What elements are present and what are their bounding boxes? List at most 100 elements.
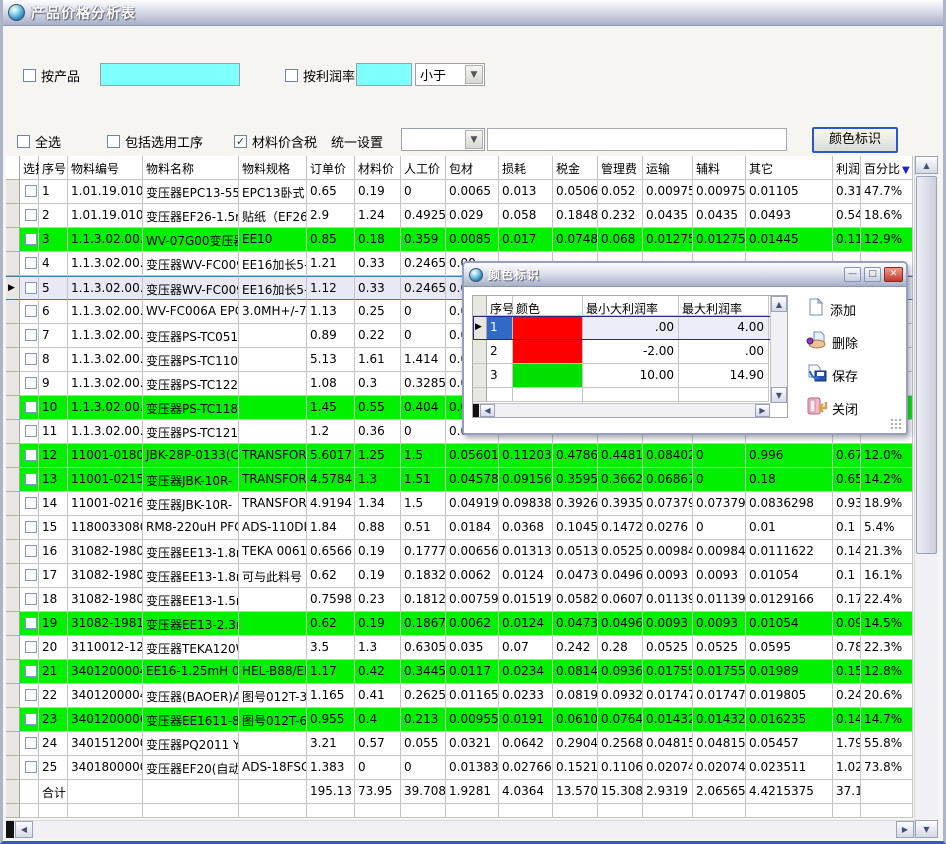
- profit-filter-input[interactable]: [356, 63, 412, 86]
- row-checkbox[interactable]: [25, 545, 37, 557]
- table-row[interactable]: 1511800330803RM8-220uH PFCADS-110DL1.840…: [6, 516, 913, 540]
- column-header-spec[interactable]: 物料规格: [239, 156, 307, 180]
- row-checkbox[interactable]: [25, 521, 37, 533]
- dialog-column-header-3[interactable]: 最大利润率: [679, 296, 769, 316]
- close-icon[interactable]: ✕: [884, 267, 903, 282]
- table-row[interactable]: 1211001-0180JBK-28P-0133(CTRANSFOR5.6017…: [6, 444, 913, 468]
- table-row[interactable]: 1311001-0215变压器JBK-10R-TRANSFOR4.57841.3…: [6, 468, 913, 492]
- table-row[interactable]: 11.01.19.0101变压器EPC13-55EPC13卧式0.650.190…: [6, 180, 913, 204]
- column-header-no[interactable]: 序号: [39, 156, 68, 180]
- color-rule-row[interactable]: 2-2.00.00: [473, 340, 787, 364]
- row-checkbox[interactable]: [25, 425, 37, 437]
- column-header-percent[interactable]: 百分比▼: [861, 156, 913, 180]
- scroll-up-icon[interactable]: ▲: [915, 156, 938, 174]
- horizontal-scrollbar[interactable]: ◀ ▶: [6, 820, 914, 838]
- column-header-labor-price[interactable]: 人工价: [401, 156, 446, 180]
- table-row[interactable]: 1411001-0216变压器JBK-10R-TRANSFOR4.91941.3…: [6, 492, 913, 516]
- column-header-profit[interactable]: 利润: [833, 156, 861, 180]
- row-checkbox[interactable]: [25, 449, 37, 461]
- column-header-loss[interactable]: 损耗: [499, 156, 553, 180]
- row-checkbox[interactable]: [25, 233, 37, 245]
- scroll-left-icon[interactable]: ◀: [480, 404, 495, 417]
- row-checkbox[interactable]: [25, 329, 37, 341]
- row-checkbox[interactable]: [25, 665, 37, 677]
- table-row[interactable]: 31.1.3.02.00.0WV-07G00变压器EE100.850.180.3…: [6, 228, 913, 252]
- color-rule-row[interactable]: ▶1.004.00: [473, 316, 787, 340]
- dialog-column-header-2[interactable]: 最小大利润率: [583, 296, 679, 316]
- scroll-down-icon[interactable]: ▼: [915, 820, 938, 838]
- table-row[interactable]: 21.01.19.0102变压器EF26-1.5m贴纸（EF262.91.240…: [6, 204, 913, 228]
- select-all-checkbox-box[interactable]: [17, 135, 30, 148]
- color-mark-button[interactable]: 颜色标识: [812, 127, 898, 153]
- table-row[interactable]: 2534018000002变压器EF20(自动ADS-18FSC1.383000…: [6, 756, 913, 780]
- row-checkbox[interactable]: [25, 401, 37, 413]
- dialog-save-button[interactable]: 保存: [806, 363, 902, 387]
- column-header-management-fee[interactable]: 管理费: [598, 156, 643, 180]
- by-profit-checkbox-box[interactable]: [285, 69, 298, 82]
- filter-by-profit-checkbox[interactable]: 按利润率: [285, 66, 355, 85]
- row-checkbox[interactable]: [25, 377, 37, 389]
- dialog-column-header-0[interactable]: 序号: [487, 296, 513, 316]
- table-row[interactable]: 2234012000043变压器(BAOER)A图号012T-31.1650.4…: [6, 684, 913, 708]
- row-checkbox[interactable]: [25, 282, 37, 294]
- scroll-right-icon[interactable]: ▶: [755, 404, 770, 417]
- row-checkbox[interactable]: [25, 641, 37, 653]
- row-checkbox[interactable]: [25, 689, 37, 701]
- row-checkbox[interactable]: [25, 257, 37, 269]
- scroll-down-icon[interactable]: ▼: [771, 387, 787, 403]
- row-checkbox[interactable]: [25, 569, 37, 581]
- window-titlebar[interactable]: 产品价格分析表: [0, 0, 946, 26]
- chevron-down-icon[interactable]: ▼: [465, 65, 483, 84]
- table-row[interactable]: 203110012-120变压器TEKA120W3.51.30.63050.03…: [6, 636, 913, 660]
- vertical-scrollbar-thumb[interactable]: [916, 176, 937, 554]
- table-row[interactable]: 1731082-19802变压器EE13-1.8m可与此料号0.620.190.…: [6, 564, 913, 588]
- sort-desc-icon[interactable]: ▼: [902, 165, 910, 176]
- dialog-vertical-scrollbar[interactable]: ▲▼: [770, 296, 787, 403]
- select-all-checkbox[interactable]: 全选: [17, 132, 61, 151]
- by-product-checkbox-box[interactable]: [23, 69, 36, 82]
- table-row[interactable]: 1931082-19812变压器EE13-2.3m0.620.190.18670…: [6, 612, 913, 636]
- row-checkbox[interactable]: [25, 593, 37, 605]
- row-checkbox[interactable]: [25, 209, 37, 221]
- scroll-up-icon[interactable]: ▲: [771, 296, 787, 312]
- include-process-checkbox-box[interactable]: [107, 135, 120, 148]
- filter-by-product-checkbox[interactable]: 按产品: [23, 66, 80, 85]
- maximize-icon[interactable]: □: [864, 267, 881, 282]
- dialog-titlebar[interactable]: 颜色标识 — □ ✕: [464, 263, 906, 287]
- column-header-order-price[interactable]: 订单价: [307, 156, 355, 180]
- profit-operator-select[interactable]: 小于 ▼: [415, 63, 485, 86]
- row-checkbox[interactable]: [25, 617, 37, 629]
- resize-grip[interactable]: [890, 418, 902, 430]
- column-header-code[interactable]: 物料编号: [68, 156, 143, 180]
- column-header-other[interactable]: 其它: [746, 156, 833, 180]
- tax-included-checkbox[interactable]: ✓ 材料价含税: [234, 132, 317, 151]
- column-header-tax[interactable]: 税金: [553, 156, 598, 180]
- dialog-column-header-1[interactable]: 颜色: [513, 296, 583, 316]
- row-checkbox[interactable]: [25, 185, 37, 197]
- row-checkbox[interactable]: [25, 497, 37, 509]
- row-checkbox[interactable]: [25, 305, 37, 317]
- scroll-right-icon[interactable]: ▶: [896, 821, 914, 838]
- dialog-add-button[interactable]: 添加: [806, 297, 902, 321]
- table-row[interactable]: 2134012000043EE16-1.25mH 0HEL-B88/EI1.17…: [6, 660, 913, 684]
- table-row[interactable]: 2434015120001变压器PQ2011 Y3.210.570.0550.0…: [6, 732, 913, 756]
- table-row[interactable]: 1631082-19802变压器EE13-1.8mTEKA 00610.6566…: [6, 540, 913, 564]
- horizontal-scrollbar-thumb[interactable]: [6, 821, 14, 838]
- dialog-hscroll-thumb[interactable]: [473, 404, 479, 417]
- tax-included-checkbox-box[interactable]: ✓: [234, 135, 247, 148]
- vertical-scrollbar[interactable]: ▲ ▼: [914, 156, 938, 838]
- column-header-name[interactable]: 物料名称: [143, 156, 239, 180]
- dialog-close-button[interactable]: 关闭: [806, 396, 902, 420]
- include-process-checkbox[interactable]: 包括选用工序: [107, 132, 203, 151]
- unified-setting-input[interactable]: [487, 128, 787, 151]
- unified-setting-combobox[interactable]: ▼: [401, 128, 485, 151]
- column-header-auxiliary[interactable]: 辅料: [693, 156, 746, 180]
- product-filter-input[interactable]: [100, 63, 240, 86]
- dialog-delete-button[interactable]: 删除: [806, 330, 902, 354]
- row-checkbox[interactable]: [25, 473, 37, 485]
- dialog-horizontal-scrollbar[interactable]: ◀▶: [473, 403, 770, 417]
- row-checkbox[interactable]: [25, 713, 37, 725]
- row-checkbox[interactable]: [25, 353, 37, 365]
- color-rule-row[interactable]: 310.0014.90: [473, 364, 787, 388]
- table-row[interactable]: 1831082-19802变压器EE13-1.5m0.75980.230.181…: [6, 588, 913, 612]
